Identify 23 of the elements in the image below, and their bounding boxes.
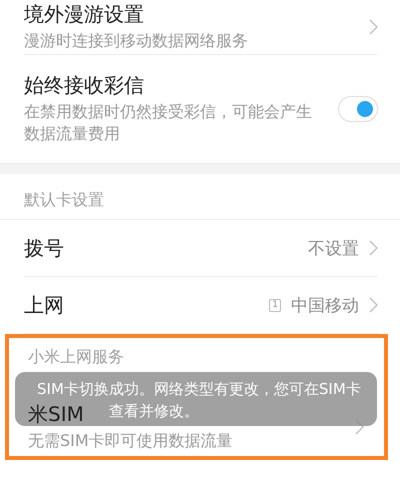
row-subtitle: 无需SIM卡即可使用数据流量 — [28, 430, 234, 452]
toggle-switch[interactable] — [338, 96, 378, 122]
row-title: 始终接收彩信 — [24, 73, 144, 97]
row-title: 米SIM — [28, 402, 84, 426]
chevron-icon — [369, 297, 378, 313]
row-value: 中国移动 — [291, 294, 359, 316]
section-header: 默认卡设置 — [24, 190, 104, 209]
row-title: 上网 — [24, 293, 64, 317]
toast-text: 查看并修改。 — [109, 401, 199, 421]
section-header: 小米上网服务 — [28, 347, 124, 366]
row-subtitle: 在禁用数据时仍然接受彩信，可能会产生数据流量费用 — [24, 101, 313, 145]
toast-text: SIM卡切换成功。网络类型有更改，您可在SIM卡 — [37, 379, 361, 399]
settings-row[interactable]: 拨号 不设置 — [24, 220, 378, 277]
settings-row[interactable]: 始终接收彩信 在禁用数据时仍然接受彩信，可能会产生数据流量费用 — [24, 55, 378, 163]
sim-badge: 1 — [269, 298, 281, 312]
chevron-icon — [369, 19, 378, 35]
row-subtitle: 漫游时连接到移动数据网络服务 — [24, 30, 249, 52]
settings-row[interactable]: 境外漫游设置 漫游时连接到移动数据网络服务 — [24, 0, 378, 55]
row-value: 不设置 — [308, 238, 359, 260]
chevron-icon — [369, 240, 378, 256]
settings-row[interactable]: 上网 1 中国移动 — [24, 277, 378, 334]
row-title: 境外漫游设置 — [24, 2, 144, 26]
row-title: 拨号 — [24, 236, 64, 260]
